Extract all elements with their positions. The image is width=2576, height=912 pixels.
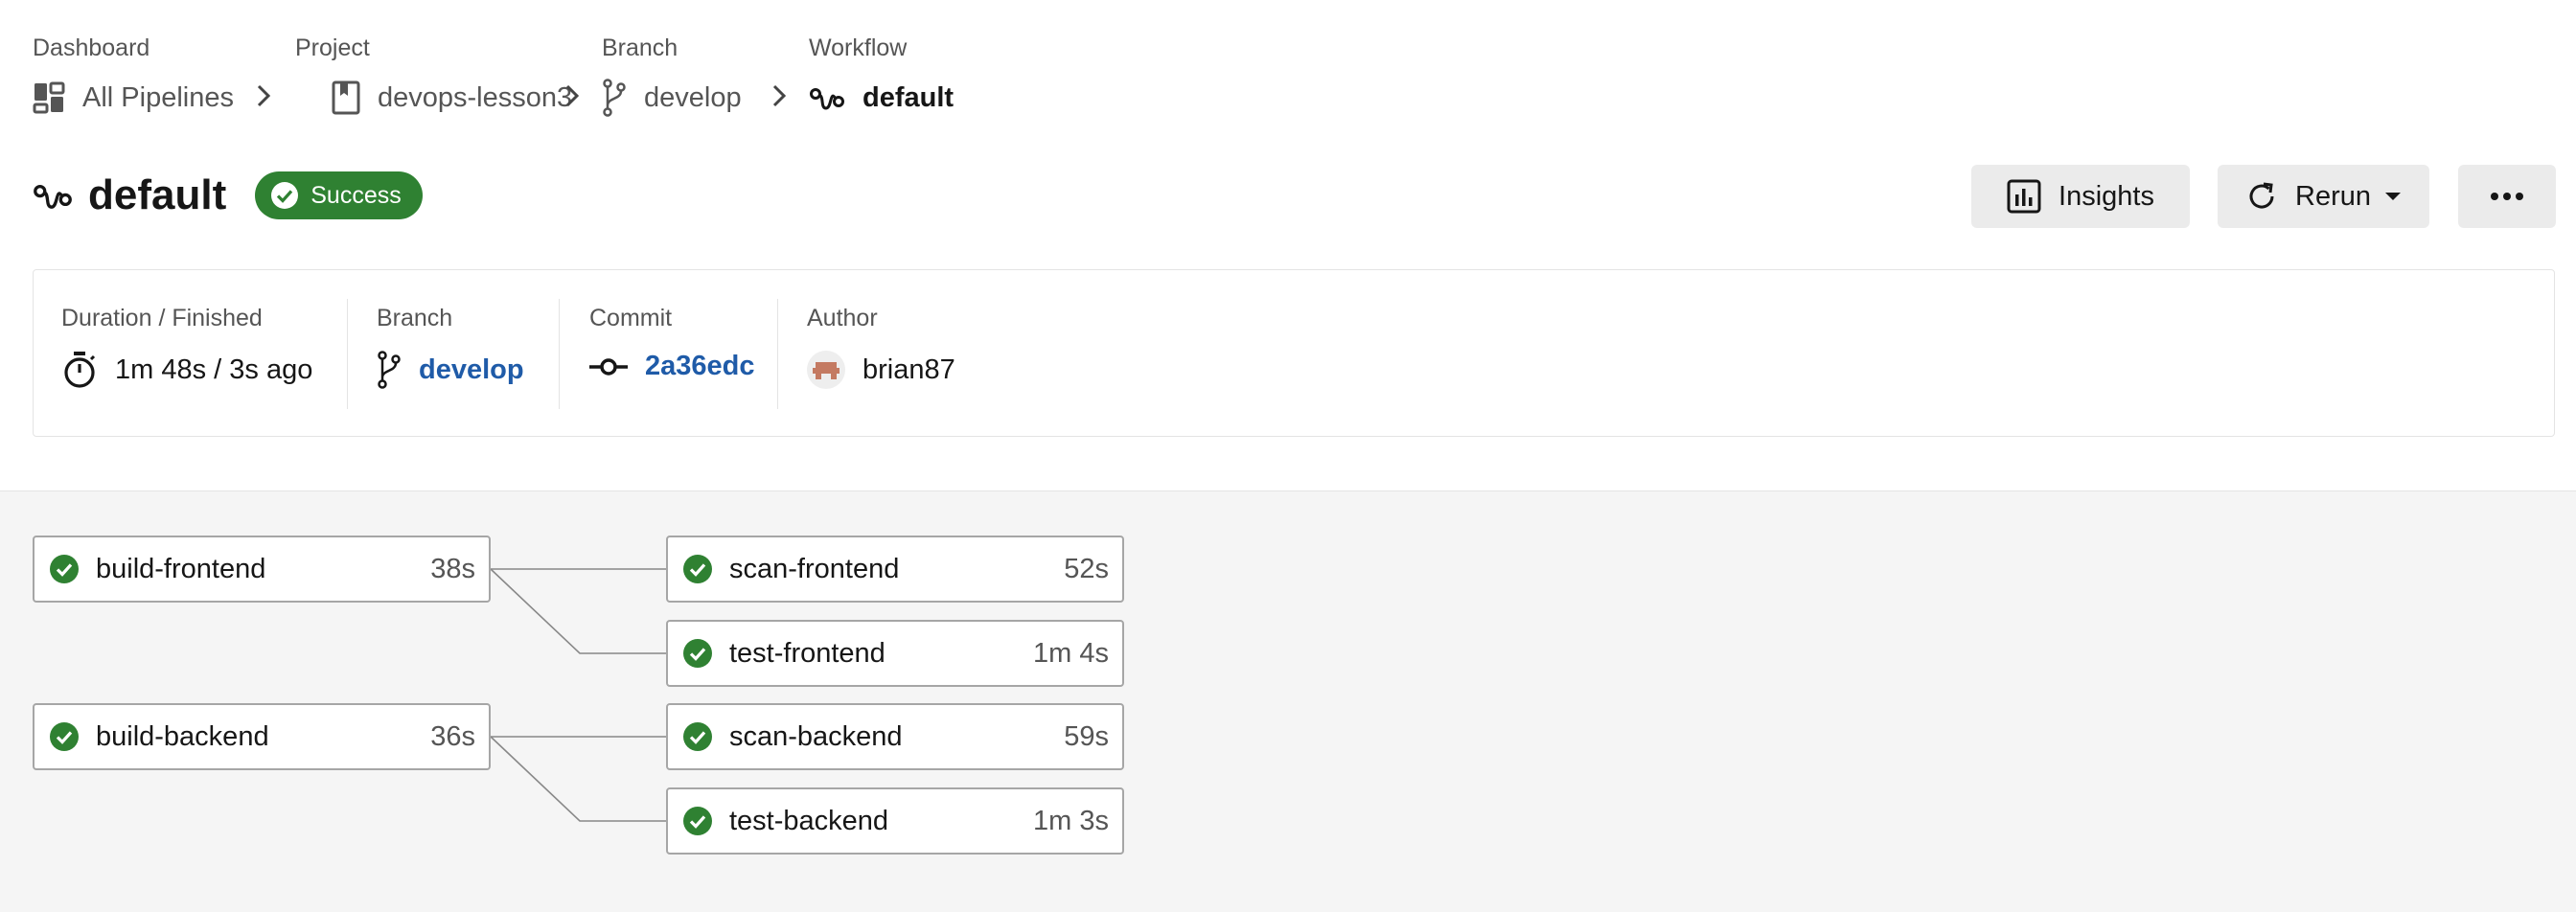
job-name: build-frontend	[96, 553, 266, 584]
bar-chart-icon	[2007, 179, 2041, 214]
job-test-frontend[interactable]: test-frontend 1m 4s	[666, 620, 1124, 687]
rerun-button[interactable]: Rerun	[2218, 165, 2429, 228]
check-circle-icon	[50, 722, 79, 751]
breadcrumb-project-label: Project	[295, 34, 370, 61]
job-duration: 1m 3s	[1033, 805, 1109, 836]
workflow-icon	[810, 88, 844, 110]
breadcrumb-branch-link[interactable]: develop	[602, 79, 742, 117]
job-duration: 36s	[430, 720, 475, 752]
job-name: build-backend	[96, 720, 269, 752]
divider	[777, 299, 778, 409]
refresh-icon	[2249, 182, 2274, 209]
bookmark-icon	[332, 80, 360, 115]
commit-icon	[589, 357, 628, 376]
summary-commit-label: Commit	[589, 305, 673, 331]
pipeline-summary-card: Duration / Finished 1m 48s / 3s ago Bran…	[33, 269, 2555, 437]
job-name: test-backend	[729, 805, 889, 836]
branch-icon	[603, 79, 626, 117]
divider	[347, 299, 348, 409]
breadcrumb-dashboard-value: All Pipelines	[82, 82, 234, 113]
check-circle-icon	[683, 807, 712, 835]
rerun-button-label: Rerun	[2295, 180, 2371, 212]
breadcrumb-branch-value: develop	[644, 82, 742, 113]
job-name: scan-frontend	[729, 553, 900, 584]
breadcrumb-workflow-current: default	[809, 79, 954, 117]
insights-button-label: Insights	[2058, 180, 2154, 212]
breadcrumb-branch-label: Branch	[602, 34, 678, 61]
summary-duration-value-row: 1m 48s / 3s ago	[61, 351, 312, 389]
avatar	[807, 351, 845, 389]
breadcrumb-all-pipelines-link[interactable]: All Pipelines	[33, 79, 234, 117]
page-title: default	[88, 171, 227, 218]
dashboard-icon	[33, 81, 65, 114]
job-test-backend[interactable]: test-backend 1m 3s	[666, 787, 1124, 855]
summary-author-value: brian87	[862, 353, 955, 385]
more-options-button[interactable]	[2458, 165, 2556, 228]
breadcrumb-dashboard-label: Dashboard	[33, 34, 150, 61]
check-circle-icon	[50, 555, 79, 583]
workflow-icon	[34, 184, 72, 209]
summary-commit-value: 2a36edc	[645, 351, 755, 381]
job-build-backend[interactable]: build-backend 36s	[33, 703, 491, 770]
check-circle-icon	[271, 182, 299, 209]
summary-author-value-row: brian87	[807, 351, 955, 389]
breadcrumb-workflow-value: default	[862, 82, 954, 113]
chevron-right-icon	[772, 84, 786, 107]
job-scan-frontend[interactable]: scan-frontend 52s	[666, 536, 1124, 603]
breadcrumb-project: Project devops-lesson3	[295, 29, 572, 115]
job-duration: 59s	[1064, 720, 1109, 752]
check-circle-icon	[683, 639, 712, 668]
chevron-right-icon	[565, 84, 579, 107]
insights-button[interactable]: Insights	[1971, 165, 2190, 228]
job-duration: 1m 4s	[1033, 637, 1109, 669]
job-scan-backend[interactable]: scan-backend 59s	[666, 703, 1124, 770]
summary-duration-label: Duration / Finished	[61, 305, 263, 331]
job-duration: 52s	[1064, 553, 1109, 584]
job-build-frontend[interactable]: build-frontend 38s	[33, 536, 491, 603]
summary-commit-link[interactable]: 2a36edc	[589, 351, 755, 382]
workflow-graph: build-frontend 38s scan-frontend 52s tes…	[0, 490, 2576, 912]
breadcrumb-workflow-label: Workflow	[809, 34, 908, 61]
page-header: default Success	[33, 169, 423, 222]
more-horizontal-icon	[2491, 193, 2523, 200]
summary-duration-value: 1m 48s / 3s ago	[115, 353, 313, 385]
divider	[559, 299, 560, 409]
branch-icon	[378, 351, 401, 389]
breadcrumb-branch: Branch develop	[602, 29, 742, 117]
job-name: test-frontend	[729, 637, 886, 669]
caret-down-icon	[2385, 193, 2401, 200]
summary-branch-link[interactable]: develop	[377, 351, 524, 389]
status-badge: Success	[255, 171, 423, 219]
breadcrumb-project-value: devops-lesson3	[378, 82, 573, 113]
check-circle-icon	[683, 555, 712, 583]
status-badge-label: Success	[310, 181, 402, 209]
check-circle-icon	[683, 722, 712, 751]
job-duration: 38s	[430, 553, 475, 584]
chevron-right-icon	[257, 84, 270, 107]
job-name: scan-backend	[729, 720, 903, 752]
breadcrumb-workflow: Workflow default	[809, 29, 954, 113]
summary-branch-label: Branch	[377, 305, 453, 331]
breadcrumb-dashboard: Dashboard All Pipelines	[33, 29, 234, 114]
summary-author-label: Author	[807, 305, 878, 331]
stopwatch-icon	[64, 352, 96, 388]
breadcrumb-project-link[interactable]: devops-lesson3	[332, 79, 572, 117]
summary-branch-value: develop	[419, 353, 524, 385]
